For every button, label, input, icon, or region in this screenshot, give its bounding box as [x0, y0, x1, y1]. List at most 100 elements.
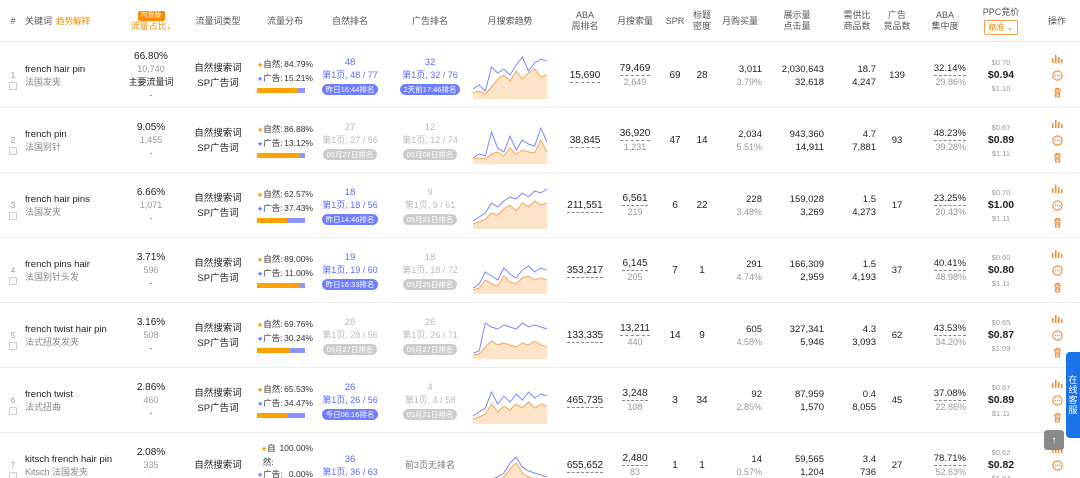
row-checkbox[interactable]: [9, 212, 17, 220]
row-checkbox[interactable]: [9, 407, 17, 415]
ad-rank-number[interactable]: 9: [427, 186, 432, 199]
ad-rank-number[interactable]: 12: [425, 121, 436, 134]
monthly-search-value[interactable]: 6,561: [622, 192, 648, 206]
header-ad-competitors[interactable]: 广告 竞品数: [882, 0, 912, 42]
monthly-buy-cell: 2,034 5.51%: [718, 108, 762, 173]
aba-rank-value[interactable]: 353,217: [566, 264, 604, 278]
header-supply-demand[interactable]: 需供比 商品数: [838, 0, 876, 42]
natural-rank-number[interactable]: 28: [345, 316, 356, 329]
monthly-search-value[interactable]: 6,145: [622, 257, 648, 271]
ad-rank-number[interactable]: 32: [425, 56, 436, 69]
trash-icon[interactable]: [1052, 347, 1063, 358]
header-spr[interactable]: SPR: [664, 0, 686, 42]
header-keyword-tip[interactable]: 趋势解释: [56, 16, 90, 27]
row-checkbox[interactable]: [9, 82, 17, 90]
header-share[interactable]: 内测版 流量占比↓: [128, 0, 174, 42]
keyword-text[interactable]: french hair pin: [25, 63, 85, 76]
monthly-trend-cell[interactable]: [470, 238, 550, 303]
natural-rank-number[interactable]: 36: [345, 453, 356, 466]
keyword-text[interactable]: french pins hair: [25, 258, 90, 271]
trash-icon[interactable]: [1052, 87, 1063, 98]
concentration-value[interactable]: 43.53%: [933, 322, 966, 336]
monthly-search-value[interactable]: 13,211: [620, 322, 650, 336]
natural-rank-number[interactable]: 18: [345, 186, 356, 199]
chart-icon[interactable]: [1051, 183, 1063, 194]
aba-rank-value[interactable]: 655,652: [566, 459, 604, 473]
keyword-text[interactable]: kitsch french hair pin: [25, 453, 112, 466]
more-icon[interactable]: [1051, 135, 1063, 146]
more-icon[interactable]: [1051, 460, 1063, 471]
traffic-share-cell: 2.86% 460 -: [128, 368, 174, 433]
ad-rank-position: 第1页, 18 / 72: [402, 265, 458, 275]
monthly-search-value[interactable]: 2,480: [622, 452, 648, 466]
monthly-trend-cell[interactable]: [470, 368, 550, 433]
row-checkbox[interactable]: [9, 472, 17, 478]
concentration-value[interactable]: 32.14%: [933, 62, 966, 76]
scroll-top-button[interactable]: ↑: [1044, 430, 1064, 450]
monthly-trend-cell[interactable]: [470, 303, 550, 368]
monthly-search-value[interactable]: 36,920: [619, 127, 651, 141]
natural-rank-number[interactable]: 26: [345, 381, 356, 394]
chart-icon[interactable]: [1051, 378, 1063, 389]
aba-rank-value[interactable]: 15,690: [569, 69, 601, 83]
dist-ad-text: 广告:: [263, 398, 283, 408]
concentration-value[interactable]: 37.08%: [933, 387, 966, 401]
aba-rank-value[interactable]: 211,551: [567, 199, 603, 213]
supply-demand-ratio: 3.4: [862, 453, 876, 465]
monthly-trend-cell[interactable]: [470, 43, 550, 108]
natural-rank-number[interactable]: 19: [345, 251, 356, 264]
header-monthly-buy[interactable]: 月购买量: [718, 0, 762, 42]
keyword-text[interactable]: french twist hair pin: [25, 323, 107, 336]
chart-icon[interactable]: [1051, 53, 1063, 64]
chart-icon[interactable]: [1051, 313, 1063, 324]
aba-rank-value[interactable]: 38,845: [569, 134, 601, 148]
ad-rank-number[interactable]: 4: [427, 381, 432, 394]
sort-desc-icon[interactable]: ↓: [167, 21, 172, 31]
concentration-value[interactable]: 40.41%: [933, 257, 966, 271]
aba-rank-value[interactable]: 133,335: [566, 329, 604, 343]
header-concentration[interactable]: ABA 集中度: [924, 0, 966, 42]
keyword-text[interactable]: french pin: [25, 128, 67, 141]
more-icon[interactable]: [1051, 70, 1063, 81]
more-icon[interactable]: [1051, 330, 1063, 341]
natural-rank-number[interactable]: 27: [345, 121, 356, 134]
trash-icon[interactable]: [1052, 152, 1063, 163]
concentration-value[interactable]: 78.71%: [933, 452, 966, 466]
row-checkbox[interactable]: [9, 342, 17, 350]
trash-icon[interactable]: [1052, 217, 1063, 228]
header-title-density[interactable]: 标题 密度: [690, 0, 714, 42]
monthly-trend-cell[interactable]: [470, 173, 550, 238]
ad-rank-number[interactable]: 26: [425, 316, 436, 329]
trash-icon[interactable]: [1052, 282, 1063, 293]
header-keyword-label: 关键词: [25, 15, 53, 26]
online-service-tab[interactable]: 在线客服: [1066, 352, 1080, 438]
header-monthly-search[interactable]: 月搜索量: [612, 0, 658, 42]
chart-icon[interactable]: [1051, 248, 1063, 259]
more-icon[interactable]: [1051, 395, 1063, 406]
concentration-value[interactable]: 23.25%: [933, 192, 966, 206]
ppc-match-select[interactable]: 精准 ⌄: [983, 20, 1019, 35]
row-checkbox[interactable]: [9, 147, 17, 155]
monthly-search-value[interactable]: 3,248: [622, 387, 648, 401]
keyword-translation: 法国别针头发: [25, 271, 80, 282]
monthly-trend-cell[interactable]: [470, 433, 550, 478]
trash-icon[interactable]: [1052, 412, 1063, 423]
chart-icon[interactable]: [1051, 118, 1063, 129]
row-checkbox[interactable]: [9, 277, 17, 285]
ad-rank-number[interactable]: 18: [425, 251, 436, 264]
monthly-search-value[interactable]: 79,469: [619, 62, 651, 76]
keyword-text[interactable]: french twist: [25, 388, 73, 401]
natural-rank-time-badge: 昨日14:46排名: [321, 214, 379, 225]
natural-rank-number[interactable]: 48: [345, 56, 356, 69]
dist-ad-line: ★广告: 34.47%: [257, 397, 313, 411]
concentration-value[interactable]: 48.23%: [933, 127, 966, 141]
header-aba[interactable]: ABA 周排名: [560, 0, 610, 42]
more-icon[interactable]: [1051, 265, 1063, 276]
keyword-type-natural: 自然搜索词: [194, 127, 242, 139]
monthly-trend-cell[interactable]: [470, 108, 550, 173]
header-impressions[interactable]: 展示量 点击量: [770, 0, 824, 42]
aba-rank-value[interactable]: 465,735: [566, 394, 604, 408]
more-icon[interactable]: [1051, 200, 1063, 211]
natural-rank-cell: 27 第1页, 27 / 56 05月27日排名: [318, 108, 382, 173]
keyword-text[interactable]: french hair pins: [25, 193, 90, 206]
